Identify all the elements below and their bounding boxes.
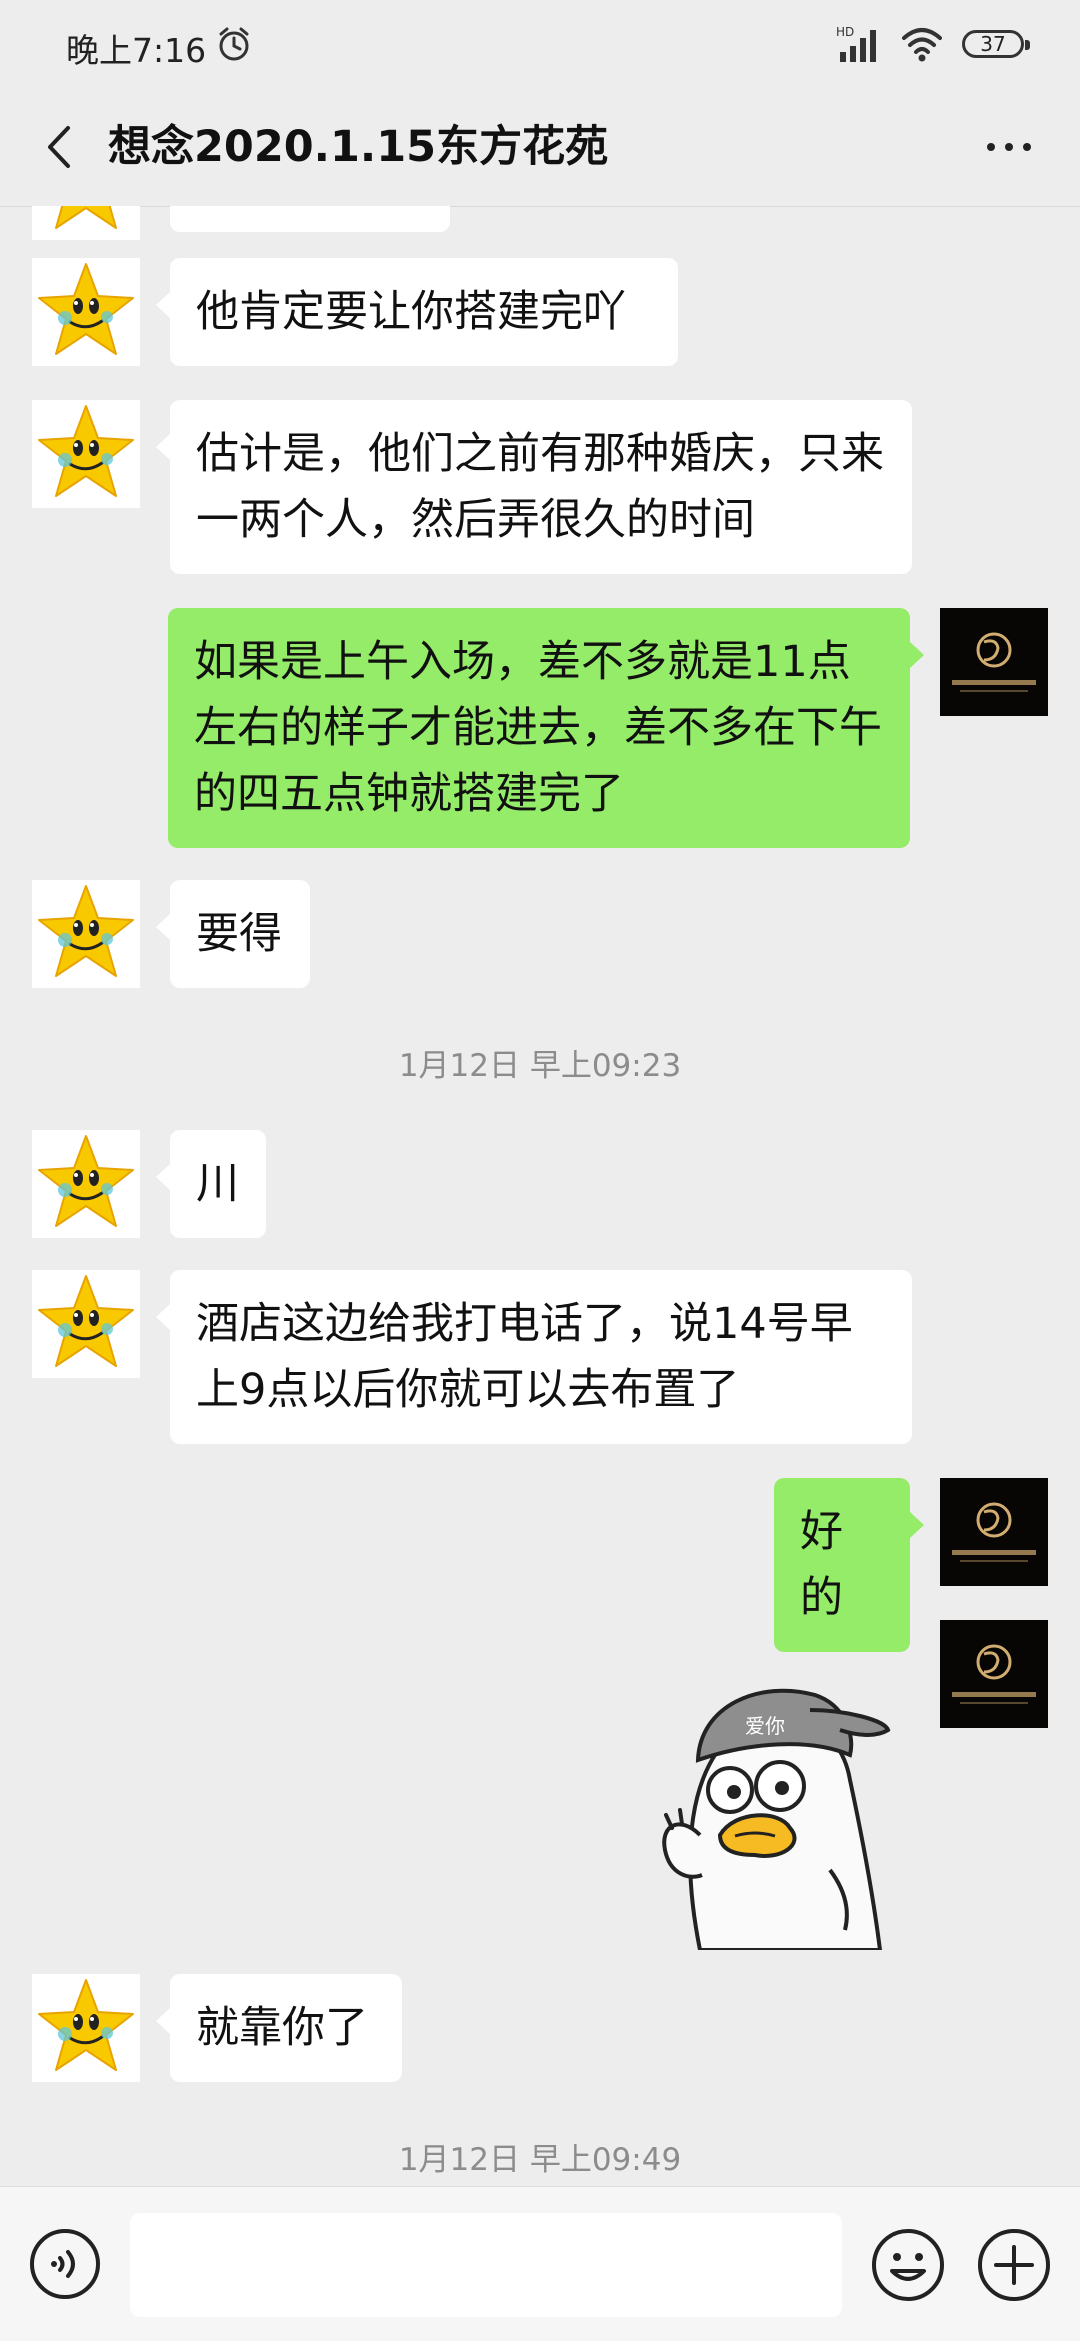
alarm-icon: [219, 27, 249, 61]
more-options-icon[interactable]: [974, 112, 1044, 182]
hd-label: HD: [836, 25, 854, 39]
message-bubble[interactable]: 估计是，他们之前有那种婚庆，只来一两个人，然后弄很久的时间: [156, 400, 912, 574]
wifi-icon: [902, 28, 942, 62]
chat-title: 想念2020.1.15东方花苑: [108, 122, 609, 172]
duck-sticker-icon[interactable]: 爱你: [640, 1650, 920, 1950]
emoji-icon[interactable]: [870, 2227, 946, 2303]
chat-list[interactable]: 他肯定要让你搭建完吖 估计是，他们之前有那种婚庆，只来一两个人，然后弄很久的时间…: [0, 206, 1080, 2186]
contact-avatar[interactable]: [32, 400, 140, 508]
battery-icon: 37: [962, 30, 1030, 58]
message-bubble[interactable]: 好的: [774, 1478, 924, 1652]
my-avatar[interactable]: [940, 1478, 1048, 1586]
status-bar: 晚上7:16 HD 37: [0, 0, 1080, 88]
add-more-icon[interactable]: [976, 2227, 1052, 2303]
message-bubble[interactable]: 他肯定要让你搭建完吖: [156, 258, 678, 366]
contact-avatar[interactable]: [32, 1270, 140, 1378]
contact-avatar[interactable]: [32, 206, 140, 240]
voice-input-icon[interactable]: [28, 2227, 102, 2301]
contact-avatar[interactable]: [32, 1130, 140, 1238]
message-bubble[interactable]: [170, 206, 450, 232]
message-input[interactable]: [130, 2213, 842, 2317]
signal-icon: HD: [836, 25, 876, 62]
contact-avatar[interactable]: [32, 1974, 140, 2082]
back-icon[interactable]: [30, 112, 90, 182]
message-bubble[interactable]: 酒店这边给我打电话了，说14号早上9点以后你就可以去布置了: [156, 1270, 912, 1444]
message-bubble[interactable]: 就靠你了: [156, 1974, 402, 2082]
sticker-text: 爱你: [745, 1714, 785, 1738]
status-time: 晚上7:16: [66, 31, 207, 70]
input-bar: [0, 2186, 1080, 2341]
contact-avatar[interactable]: [32, 880, 140, 988]
contact-avatar[interactable]: [32, 258, 140, 366]
my-avatar[interactable]: [940, 608, 1048, 716]
timestamp: 1月12日 早上09:23: [398, 1048, 682, 1084]
battery-level: 37: [980, 32, 1006, 56]
message-bubble[interactable]: 川: [156, 1130, 266, 1238]
message-bubble[interactable]: 要得: [156, 880, 310, 988]
message-bubble[interactable]: 如果是上午入场，差不多就是11点左右的样子才能进去，差不多在下午的四五点钟就搭建…: [168, 608, 924, 848]
my-avatar[interactable]: [940, 1620, 1048, 1728]
timestamp: 1月12日 早上09:49: [398, 2142, 682, 2178]
chat-header: 想念2020.1.15东方花苑: [0, 88, 1080, 207]
